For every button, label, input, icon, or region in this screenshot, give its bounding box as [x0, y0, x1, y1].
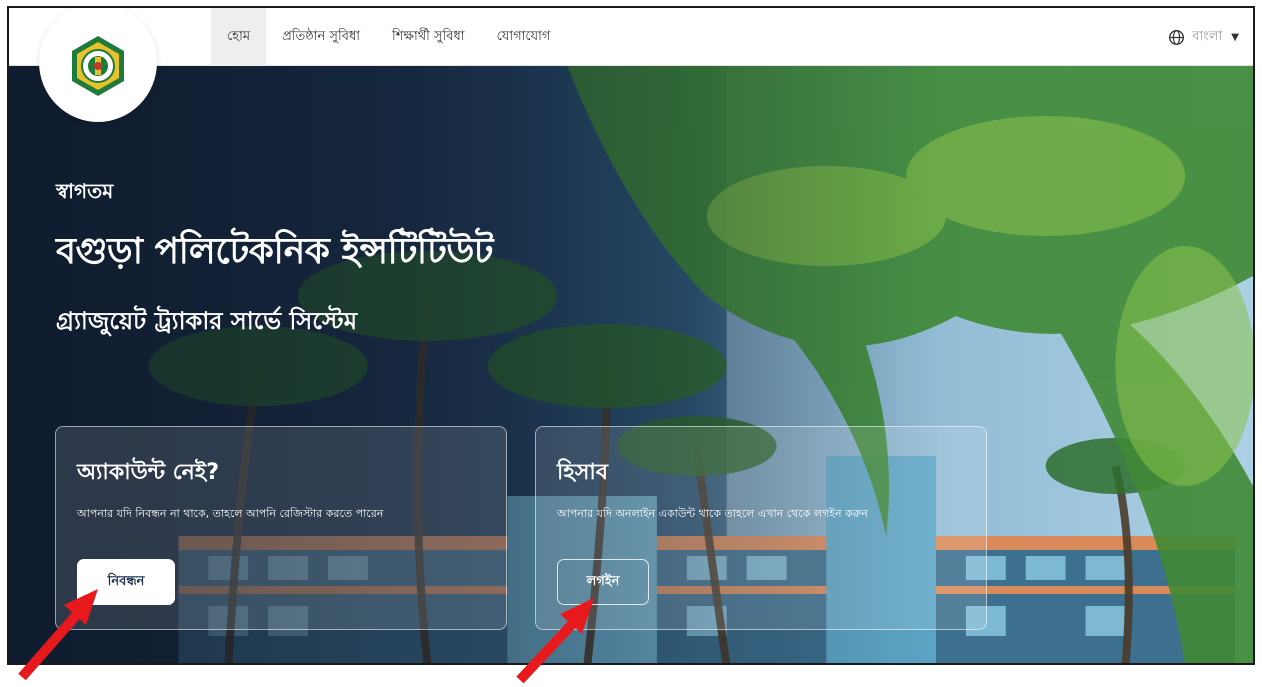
register-card-title: অ্যাকাউন্ট নেই? [77, 460, 219, 485]
institute-logo[interactable] [39, 8, 157, 122]
nav-home[interactable]: হোম [211, 8, 267, 66]
register-pointer-arrow-icon [18, 589, 98, 681]
login-pointer-arrow-icon [516, 598, 594, 684]
login-card-text: আপনার যদি অনলাইন একাউন্ট থাকে তাহলে এখান… [557, 507, 868, 520]
language-label: বাংলা [1192, 28, 1223, 44]
register-card-text: আপনার যদি নিবন্ধন না থাকে, তাহলে আপনি রে… [77, 507, 384, 520]
hero-banner: স্বাগতম বগুড়া পলিটেকনিক ইন্সটিটিউট গ্র্… [9, 66, 1253, 663]
top-navbar: হোম প্রতিষ্ঠান সুবিধা শিক্ষার্থী সুবিধা … [9, 8, 1253, 66]
nav-institution-facilities[interactable]: প্রতিষ্ঠান সুবিধা [266, 8, 376, 66]
system-subtitle: গ্র্যাজুয়েট ট্র্যাকার সার্ভে সিস্টেম [56, 307, 358, 335]
login-card-title: হিসাব [557, 460, 609, 485]
institute-name: বগুড়া পলিটেকনিক ইন্সটিটিউট [56, 231, 494, 272]
register-card: অ্যাকাউন্ট নেই? আপনার যদি নিবন্ধন না থাক… [55, 426, 507, 630]
nav-student-facilities[interactable]: শিক্ষার্থী সুবিধা [376, 8, 481, 66]
caret-down-icon: ▼ [1231, 31, 1239, 43]
browser-frame: হোম প্রতিষ্ঠান সুবিধা শিক্ষার্থী সুবিধা … [7, 6, 1255, 665]
globe-icon [1169, 29, 1185, 45]
nav-contact[interactable]: যোগাযোগ [481, 8, 567, 66]
logo-icon [72, 36, 124, 96]
welcome-heading: স্বাগতম [56, 179, 114, 203]
nav-links: হোম প্রতিষ্ঠান সুবিধা শিক্ষার্থী সুবিধা … [211, 8, 566, 66]
language-selector[interactable]: বাংলা ▼ [1168, 8, 1239, 66]
